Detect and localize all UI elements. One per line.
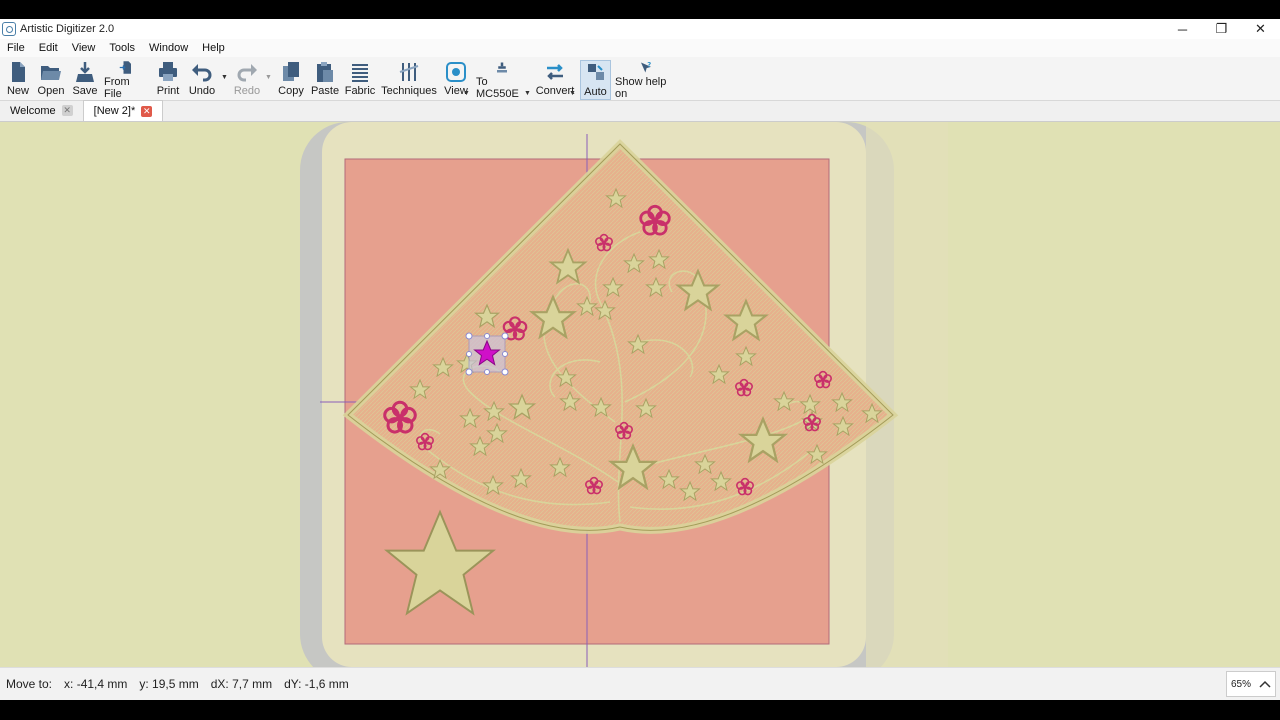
open-label: Open <box>37 85 65 97</box>
tab-welcome-label: Welcome <box>10 104 56 117</box>
tab-welcome-close-icon[interactable]: ✕ <box>61 105 73 116</box>
copy-button[interactable]: Copy <box>277 60 305 100</box>
status-bar: Move to: x: -41,4 mm y: 19,5 mm dX: 7,7 … <box>0 667 1280 700</box>
from-file-icon <box>119 61 131 74</box>
printer-icon <box>159 62 177 81</box>
print-button[interactable]: Print <box>155 60 181 100</box>
undo-dropdown-icon[interactable]: ▼ <box>221 74 228 81</box>
convert-dropdown-icon[interactable]: ▼ <box>569 90 576 97</box>
document-tabs: Welcome ✕ [New 2]* ✕ <box>0 100 1280 122</box>
menu-file[interactable]: File <box>0 42 32 54</box>
window-title: Artistic Digitizer 2.0 <box>20 23 115 35</box>
convert-icon <box>547 64 563 80</box>
menu-window[interactable]: Window <box>142 42 195 54</box>
close-button[interactable]: ✕ <box>1241 19 1280 39</box>
zoom-value: 65% <box>1231 678 1252 690</box>
save-button[interactable]: Save <box>72 60 98 100</box>
eye-icon <box>446 62 466 82</box>
machine-icon <box>497 62 507 73</box>
status-x: x: -41,4 mm <box>64 677 128 691</box>
new-label: New <box>6 85 29 97</box>
auto-digitize-icon <box>587 64 604 80</box>
auto-label: Auto <box>584 86 607 98</box>
copy-label: Copy <box>278 85 304 97</box>
status-y: y: 19,5 mm <box>139 677 199 691</box>
window-controls: ─ ❐ ✕ <box>1163 19 1280 39</box>
status-dy: dY: -1,6 mm <box>284 677 349 691</box>
tab-new-2[interactable]: [New 2]* ✕ <box>82 100 164 121</box>
from-file-label: From File <box>104 76 130 100</box>
new-button[interactable]: New <box>6 60 30 100</box>
restore-button[interactable]: ❐ <box>1202 19 1241 39</box>
hoop-edge <box>866 122 948 667</box>
print-label: Print <box>156 85 180 97</box>
save-icon <box>76 62 94 82</box>
to-machine-button[interactable]: To MC550E <box>476 60 528 100</box>
chevron-up-icon[interactable] <box>1259 680 1271 688</box>
menu-help[interactable]: Help <box>195 42 232 54</box>
open-button[interactable]: Open <box>37 60 65 100</box>
machine-dropdown-icon[interactable]: ▼ <box>524 90 531 97</box>
menu-view[interactable]: View <box>65 42 103 54</box>
undo-button[interactable]: Undo <box>188 60 216 100</box>
menu-bar: File Edit View Tools Window Help <box>0 39 1280 57</box>
save-label: Save <box>72 85 98 97</box>
zoom-control[interactable]: 65% <box>1226 671 1276 697</box>
undo-icon <box>192 64 212 82</box>
embroidery-design-view[interactable] <box>0 122 1280 667</box>
tab-new-2-label: [New 2]* <box>93 105 136 117</box>
redo-dropdown-icon[interactable]: ▼ <box>265 74 272 81</box>
techniques-icon <box>399 63 419 81</box>
show-help-button[interactable]: ? Show help on <box>615 60 677 100</box>
tab-new-2-close-icon[interactable]: ✕ <box>141 105 153 117</box>
new-file-icon <box>12 62 25 82</box>
convert-button[interactable]: Convert <box>536 60 574 100</box>
screen-bottom-border <box>0 700 1280 720</box>
techniques-label: Techniques <box>381 85 437 97</box>
menu-edit[interactable]: Edit <box>32 42 65 54</box>
auto-button[interactable]: Auto <box>580 60 611 100</box>
svg-text:?: ? <box>647 61 651 69</box>
screen-top-border <box>0 0 1280 19</box>
status-dx: dX: 7,7 mm <box>210 677 273 691</box>
fabric-button[interactable]: Fabric <box>345 60 375 100</box>
view-dropdown-icon[interactable]: ▼ <box>463 90 470 97</box>
selected-star-object[interactable] <box>465 332 509 376</box>
open-folder-icon <box>41 66 61 80</box>
help-cursor-icon: ? <box>641 61 651 73</box>
redo-icon <box>237 64 257 82</box>
techniques-button[interactable]: Techniques <box>381 60 437 100</box>
undo-label: Undo <box>188 85 216 97</box>
toolbar: New Open Save From File Print Undo ▼ Red… <box>0 57 1280 101</box>
fabric-icon <box>352 64 368 82</box>
minimize-button[interactable]: ─ <box>1163 19 1202 39</box>
paste-button[interactable]: Paste <box>311 60 339 100</box>
from-file-button[interactable]: From File <box>104 60 148 100</box>
tab-welcome[interactable]: Welcome ✕ <box>0 100 83 121</box>
paste-icon <box>317 62 333 82</box>
redo-label: Redo <box>233 85 261 97</box>
show-help-label: Show help on <box>615 76 667 100</box>
status-move-label: Move to: <box>6 677 53 691</box>
app-icon <box>2 22 16 36</box>
title-bar: Artistic Digitizer 2.0 ─ ❐ ✕ <box>0 19 1280 39</box>
design-canvas[interactable] <box>0 122 1280 667</box>
copy-icon <box>283 62 299 81</box>
fabric-label: Fabric <box>344 85 376 97</box>
redo-button[interactable]: Redo <box>233 60 261 100</box>
to-machine-label: To MC550E <box>476 76 519 100</box>
paste-label: Paste <box>310 85 340 97</box>
menu-tools[interactable]: Tools <box>102 42 142 54</box>
